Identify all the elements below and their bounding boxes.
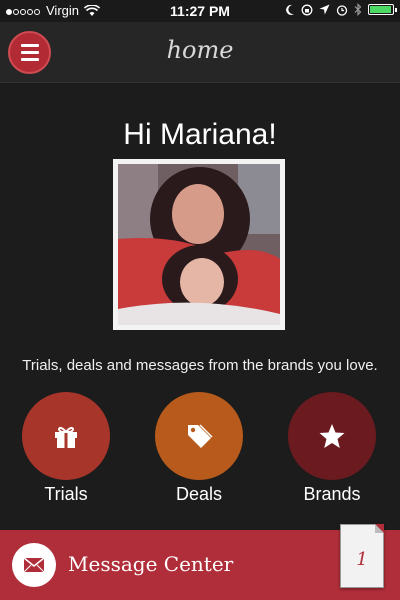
battery-icon [368, 4, 397, 15]
orientation-lock-icon [301, 4, 313, 15]
unread-count: 1 [356, 549, 368, 570]
trials-button[interactable]: Trials [21, 392, 111, 505]
alarm-icon [336, 4, 348, 16]
gift-icon [55, 426, 77, 448]
tagline: Trials, deals and messages from the bran… [22, 357, 378, 374]
envelope-button[interactable] [12, 543, 56, 587]
message-center-label: Message Center [68, 552, 234, 576]
trials-label: Trials [44, 484, 88, 504]
trials-circle[interactable] [22, 392, 110, 480]
location-icon [319, 4, 330, 15]
deals-button[interactable]: Deals [154, 392, 244, 505]
envelope-icon [23, 557, 45, 573]
unread-messages-badge[interactable]: 1 [340, 524, 384, 588]
profile-photo [113, 159, 285, 330]
brands-circle[interactable] [288, 392, 376, 480]
status-bar: Virgin 11:27 PM [0, 0, 400, 22]
greeting-heading: Hi Mariana! [123, 118, 277, 151]
bluetooth-icon [354, 3, 362, 16]
brands-button[interactable]: Brands [287, 392, 377, 505]
page-title: home [166, 36, 234, 64]
tag-icon [188, 424, 213, 448]
status-right [285, 3, 397, 16]
nav-bar: home [0, 22, 400, 83]
moon-icon [286, 4, 294, 15]
deals-label: Deals [175, 484, 223, 504]
deals-circle[interactable] [155, 392, 243, 480]
brands-label: Brands [303, 484, 361, 504]
star-icon [319, 424, 345, 448]
